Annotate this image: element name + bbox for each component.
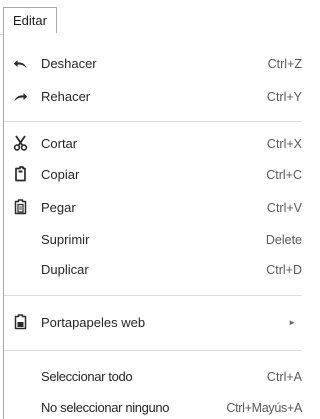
edit-menu-screen: Editar Deshacer Ctrl+Z Rehacer Ctrl+Y Co… xyxy=(0,0,314,419)
submenu-arrow-icon: ► xyxy=(288,318,296,327)
menu-item-label: Cortar xyxy=(41,136,78,151)
clipboard-icon xyxy=(14,314,27,330)
menu-item-delete[interactable]: Suprimir Delete xyxy=(4,225,302,255)
menu-item-label: No seleccionar ninguno xyxy=(41,400,170,415)
edit-dropdown-menu: Deshacer Ctrl+Z Rehacer Ctrl+Y Cortar Ct… xyxy=(3,33,314,419)
menu-item-label: Portapapeles web xyxy=(41,315,146,330)
menu-item-shortcut: Delete xyxy=(265,233,302,247)
menu-item-shortcut: Ctrl+V xyxy=(266,201,302,215)
menu-item-label: Pegar xyxy=(41,200,76,215)
menu-item-label: Duplicar xyxy=(41,262,89,277)
menu-item-shortcut: Ctrl+A xyxy=(266,370,302,384)
menu-item-shortcut: Ctrl+Mayús+A xyxy=(226,401,302,415)
menu-item-label: Deshacer xyxy=(41,56,97,71)
redo-icon xyxy=(14,93,28,101)
menu-item-copy[interactable]: Copiar Ctrl+C xyxy=(4,160,302,190)
menu-tab-editar[interactable]: Editar xyxy=(3,7,57,34)
menu-separator xyxy=(4,350,302,351)
menu-item-select-all[interactable]: Seleccionar todo Ctrl+A xyxy=(4,362,302,392)
menu-item-label: Suprimir xyxy=(41,232,90,247)
menu-item-shortcut: Ctrl+D xyxy=(266,263,302,277)
menu-item-label: Seleccionar todo xyxy=(41,369,133,384)
menu-item-web-clipboard[interactable]: Portapapeles web ► xyxy=(4,308,302,338)
menu-separator xyxy=(4,295,302,296)
undo-icon xyxy=(13,60,27,68)
menu-item-shortcut: Ctrl+C xyxy=(266,168,302,182)
menu-item-redo[interactable]: Rehacer Ctrl+Y xyxy=(4,82,302,112)
menu-item-select-none[interactable]: No seleccionar ninguno Ctrl+Mayús+A xyxy=(4,393,302,419)
copy-icon xyxy=(15,166,26,182)
menu-item-undo[interactable]: Deshacer Ctrl+Z xyxy=(4,49,302,79)
menu-item-shortcut: Ctrl+X xyxy=(266,137,302,151)
menu-item-shortcut: Ctrl+Z xyxy=(267,57,302,71)
menu-item-duplicate[interactable]: Duplicar Ctrl+D xyxy=(4,255,302,285)
scissors-icon xyxy=(13,135,28,151)
menu-item-shortcut: Ctrl+Y xyxy=(266,90,302,104)
menu-item-label: Rehacer xyxy=(41,89,91,104)
menu-bar: Editar xyxy=(0,0,302,35)
paste-icon xyxy=(14,199,27,215)
menu-item-paste[interactable]: Pegar Ctrl+V xyxy=(4,193,302,223)
menu-item-cut[interactable]: Cortar Ctrl+X xyxy=(4,129,302,159)
menu-item-label: Copiar xyxy=(41,167,80,182)
menu-separator xyxy=(4,121,302,122)
